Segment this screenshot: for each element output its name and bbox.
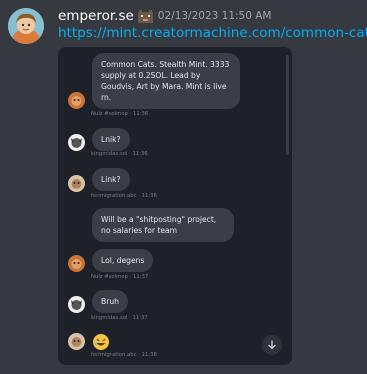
- chat-bubble: Bruh: [92, 290, 128, 313]
- chat-bubble-text: Lol, degens: [101, 256, 145, 265]
- sender-name: kingmidas.sol · 11:37: [91, 315, 148, 321]
- chat-bubble: Lnik?: [92, 128, 130, 151]
- chat-bubble-text: Common Cats. Stealth Mint. 3333 supply a…: [101, 60, 230, 102]
- sender-name: ferimigration.abc · 11:36: [91, 193, 157, 199]
- username[interactable]: emperor.se: [58, 8, 134, 24]
- sender-avatar: [68, 134, 85, 151]
- sender-avatar: [68, 333, 85, 350]
- pixel-cat-badge-icon: [137, 9, 154, 24]
- rofl-emoji-icon: [92, 333, 110, 351]
- arrow-down-icon[interactable]: [262, 335, 282, 355]
- sender-name: Nulz #solmop · 11:36: [91, 111, 149, 117]
- chat-bubble-text: Will be a "shitposting" project, no sala…: [101, 215, 217, 235]
- sender-name: ferimigration.abc · 11:38: [91, 352, 157, 358]
- sender-name: kingmidas.sol · 11:36: [91, 151, 148, 157]
- chat-bubble-text: Link?: [101, 175, 121, 184]
- chat-bubble: Will be a "shitposting" project, no sala…: [92, 208, 234, 242]
- sender-name: Nulz #solmop · 11:37: [91, 274, 149, 280]
- message-link[interactable]: https://mint.creatormachine.com/common-c…: [58, 25, 367, 41]
- message-header: emperor.se 02/13/2023 11:50 AM: [58, 6, 363, 26]
- message-timestamp: 02/13/2023 11:50 AM: [157, 10, 272, 22]
- sender-avatar: [68, 175, 85, 192]
- scrollbar[interactable]: [286, 55, 289, 155]
- chat-bubble-text: Bruh: [101, 297, 119, 306]
- sender-avatar: [68, 296, 85, 313]
- chat-bubble: Lol, degens: [92, 249, 154, 272]
- sender-avatar: [68, 92, 85, 109]
- user-avatar[interactable]: [8, 8, 44, 44]
- chat-bubble: Common Cats. Stealth Mint. 3333 supply a…: [92, 53, 240, 109]
- chat-bubble-text: Lnik?: [101, 135, 121, 144]
- sender-avatar: [68, 255, 85, 272]
- embedded-chat-image[interactable]: Common Cats. Stealth Mint. 3333 supply a…: [58, 47, 292, 365]
- chat-bubble: Link?: [92, 168, 130, 191]
